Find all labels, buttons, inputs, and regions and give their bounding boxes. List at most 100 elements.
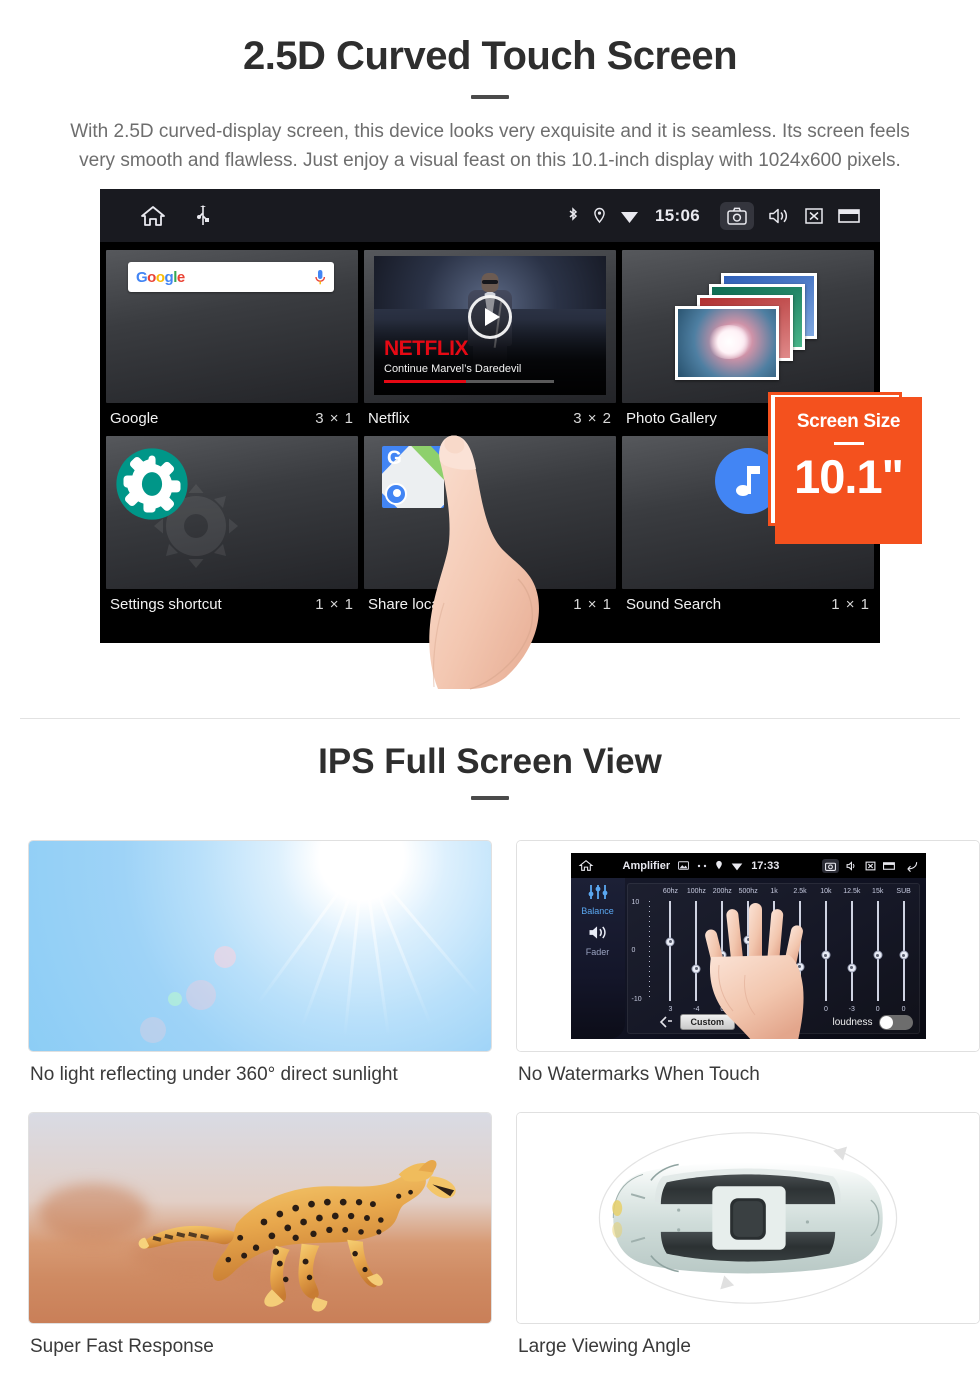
feature-row-2: Super Fast Response Large Viewing Angle: [0, 1112, 980, 1358]
search-input[interactable]: Google: [128, 262, 334, 292]
title-underline: [471, 95, 509, 99]
feature-label: No light reflecting under 360° direct su…: [30, 1064, 398, 1085]
back-icon[interactable]: [903, 860, 918, 873]
feature-label: No Watermarks When Touch: [518, 1064, 760, 1085]
page-dot-3-active[interactable]: [508, 632, 530, 635]
widget-size: 1 × 1: [831, 596, 870, 613]
share-location-widget[interactable]: G: [364, 436, 616, 589]
widget-share-location[interactable]: G Share location 1 × 1: [364, 436, 616, 622]
widget-name: Share location: [368, 596, 464, 613]
section2-underline: [471, 796, 509, 800]
android-head-unit-screenshot: 15:06 Google Google 3 × 1 NETFLIX Contin…: [100, 189, 880, 643]
widget-name: Settings shortcut: [110, 596, 222, 613]
recent-apps-icon[interactable]: [882, 861, 896, 871]
widget-row-1: Google Google 3 × 1 NETFLIX Continue Mar…: [106, 250, 874, 436]
section2-title: IPS Full Screen View: [318, 742, 662, 781]
eq-scale-mid: 0: [631, 946, 636, 954]
widget-row-2: Settings shortcut 1 × 1 G Share location…: [106, 436, 874, 622]
widget-grid: Google Google 3 × 1 NETFLIX Continue Mar…: [100, 242, 880, 635]
eq-knob[interactable]: [873, 950, 883, 960]
home-icon[interactable]: [140, 204, 166, 228]
widget-size: 1 × 1: [315, 596, 354, 613]
volume-icon[interactable]: [846, 860, 858, 871]
home-icon[interactable]: [578, 859, 593, 872]
netflix-widget[interactable]: NETFLIX Continue Marvel’s Daredevil: [364, 250, 616, 403]
loudness-toggle[interactable]: [878, 1014, 913, 1030]
screen-size-badge: Screen Size 10.1": [775, 397, 922, 544]
eq-band-label: SUB: [896, 888, 911, 895]
badge-underline: [833, 442, 864, 445]
location-icon: [715, 860, 723, 871]
feature-row-1: No light reflecting under 360° direct su…: [0, 840, 980, 1086]
gear-icon[interactable]: [114, 446, 190, 527]
gallery-icon: [678, 861, 690, 870]
device-showcase: 15:06 Google Google 3 × 1 NETFLIX Contin…: [0, 189, 980, 690]
page-indicator[interactable]: [106, 622, 874, 635]
feature-card-sunlight: No light reflecting under 360° direct su…: [28, 840, 492, 1086]
settings-shortcut-widget[interactable]: [106, 436, 358, 589]
netflix-subtitle: Continue Marvel’s Daredevil: [384, 363, 522, 375]
status-time: 15:06: [655, 205, 700, 225]
google-maps-icon[interactable]: G: [382, 446, 444, 508]
eq-value: 0: [875, 1006, 880, 1013]
more-icon: [697, 864, 707, 868]
play-icon[interactable]: [468, 295, 512, 340]
amplifier-time: 17:33: [751, 859, 780, 872]
eq-band-label: 200hz: [712, 888, 732, 895]
feature-cards: No light reflecting under 360° direct su…: [0, 840, 980, 1358]
close-icon[interactable]: [865, 861, 876, 871]
section-divider: [20, 718, 960, 719]
sliders-icon[interactable]: [587, 884, 609, 900]
amplifier-equalizer-screenshot: Amplifier 17:33 Balance Fader 60hz 100hz…: [516, 840, 980, 1052]
speaker-icon[interactable]: [587, 924, 609, 941]
page-dot-1[interactable]: [450, 632, 472, 635]
usb-icon[interactable]: [196, 204, 210, 227]
feature-label: Large Viewing Angle: [518, 1336, 691, 1357]
page-dot-2[interactable]: [479, 632, 501, 635]
amplifier-title: Amplifier: [622, 859, 671, 872]
badge-title: Screen Size: [796, 411, 901, 432]
eq-slider: [865, 899, 891, 1003]
widget-name: Photo Gallery: [626, 410, 717, 427]
section1-paragraph: With 2.5D curved-display screen, this de…: [70, 121, 910, 171]
back-chevron-icon[interactable]: [658, 1016, 672, 1028]
photo-stack: [673, 272, 823, 381]
camera-icon[interactable]: [720, 201, 754, 230]
photo-gallery-widget[interactable]: [622, 250, 874, 403]
volume-icon[interactable]: [768, 207, 790, 225]
eq-scale-bottom: -10: [631, 996, 642, 1003]
eq-band-labels: 60hz 100hz 200hz 500hz 1k 2.5k 10k 12.5k: [628, 884, 919, 895]
badge-value: 10.1": [794, 450, 904, 503]
eq-knob[interactable]: [847, 963, 857, 973]
netflix-brand: NETFLIX: [384, 337, 469, 360]
section1-title: 2.5D Curved Touch Screen: [242, 34, 738, 78]
widget-caption: Settings shortcut 1 × 1: [106, 589, 358, 622]
eq-band-label: 1k: [770, 888, 778, 895]
cheetah-silhouette: [138, 1160, 456, 1312]
feature-card-fast-response: Super Fast Response: [28, 1112, 492, 1358]
widget-name: Google: [110, 410, 159, 427]
feature-card-viewing-angle: Large Viewing Angle: [516, 1112, 980, 1358]
google-logo: Google: [136, 268, 185, 286]
widget-name: Sound Search: [626, 596, 722, 613]
close-icon[interactable]: [804, 207, 824, 225]
widget-netflix[interactable]: NETFLIX Continue Marvel’s Daredevil Netf…: [364, 250, 616, 436]
camera-icon[interactable]: [821, 858, 839, 873]
eq-knob[interactable]: [665, 937, 675, 947]
recent-apps-icon[interactable]: [838, 207, 862, 225]
sidebar-item-fader[interactable]: Fader: [571, 947, 625, 957]
loudness-control[interactable]: loudness: [832, 1014, 913, 1030]
status-bar: 15:06: [100, 189, 880, 242]
widget-settings-shortcut[interactable]: Settings shortcut 1 × 1: [106, 436, 358, 622]
eq-band-label: 12.5k: [843, 888, 861, 895]
eq-band-label: 2.5k: [793, 888, 807, 895]
google-search-widget[interactable]: Google: [106, 250, 358, 403]
widget-size: 3 × 1: [315, 410, 354, 427]
sunlight-sky-photo: [28, 840, 492, 1052]
microphone-icon[interactable]: [314, 269, 326, 286]
sidebar-item-balance[interactable]: Balance: [571, 906, 625, 916]
location-icon: [593, 207, 606, 225]
widget-google[interactable]: Google Google 3 × 1: [106, 250, 358, 436]
person-pin-icon: [385, 483, 407, 505]
eq-knob[interactable]: [899, 950, 909, 960]
